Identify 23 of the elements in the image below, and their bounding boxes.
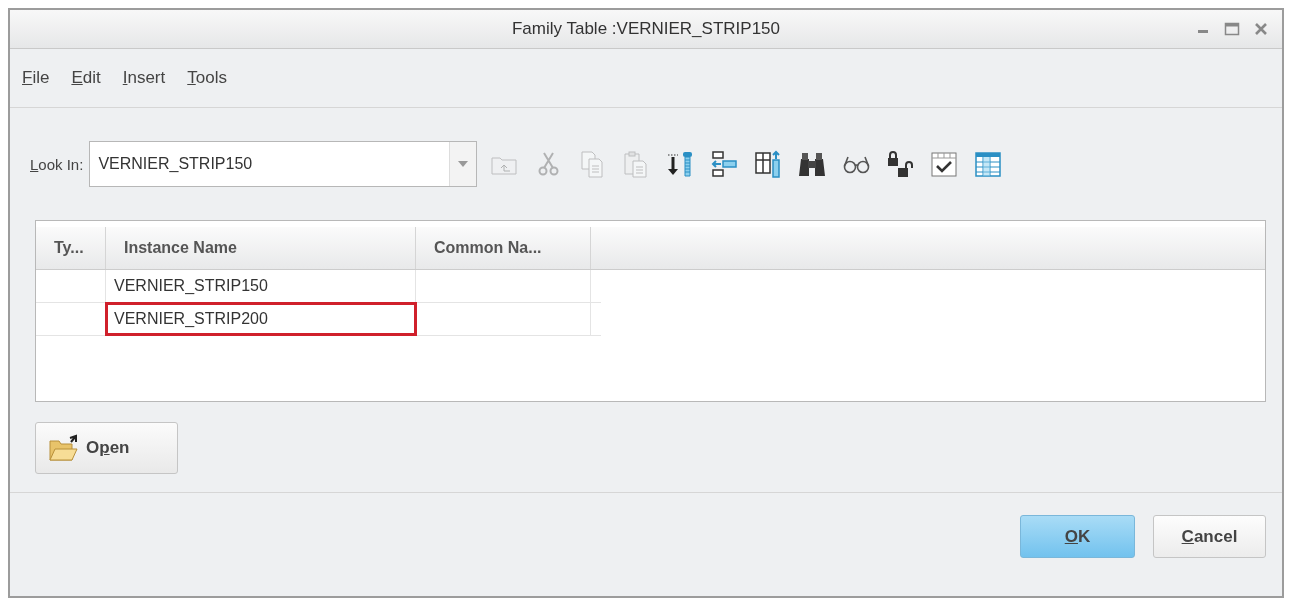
ok-button[interactable]: OK: [1020, 515, 1135, 558]
menu-item[interactable]: Edit: [71, 68, 101, 88]
close-icon[interactable]: [1254, 22, 1268, 36]
column-header[interactable]: Common Na...: [416, 227, 591, 269]
look-in-label: Look In:: [30, 155, 84, 173]
maximize-icon[interactable]: [1224, 22, 1240, 36]
look-in-dropdown[interactable]: VERNIER_STRIP150: [89, 141, 478, 187]
column-header[interactable]: Instance Name: [106, 227, 416, 269]
menu-item[interactable]: Insert: [122, 68, 166, 88]
table-cell[interactable]: VERNIER_STRIP200: [106, 303, 416, 335]
verify-icon[interactable]: [929, 149, 960, 179]
window-title: Family Table :VERNIER_STRIP150: [512, 19, 780, 39]
column-header[interactable]: Ty...: [36, 227, 106, 269]
folder-icon: [48, 433, 80, 463]
table-cell[interactable]: VERNIER_STRIP150: [106, 270, 416, 302]
table-icon[interactable]: [973, 149, 1004, 179]
insert-rows-icon[interactable]: [709, 149, 740, 179]
locks-icon[interactable]: [885, 149, 916, 179]
caret-icon: [458, 161, 469, 167]
menu-item[interactable]: Tools: [187, 68, 227, 88]
open-button[interactable]: Open: [35, 422, 178, 474]
cancel-button[interactable]: Cancel: [1153, 515, 1266, 558]
menu-item[interactable]: File: [22, 68, 50, 88]
